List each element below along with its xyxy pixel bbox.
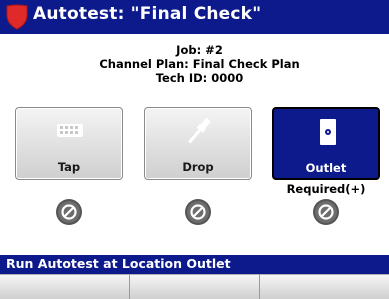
status-message: Run Autotest at Location Outlet xyxy=(6,256,231,271)
drop-connector-icon xyxy=(188,117,211,144)
window-title: Autotest: "Final Check" xyxy=(33,4,262,24)
title-bar: Autotest: "Final Check" xyxy=(0,0,389,34)
tap-not-tested-icon xyxy=(56,199,82,225)
drop-not-tested-icon xyxy=(185,199,211,225)
softkey-3[interactable] xyxy=(260,274,389,299)
drop-button[interactable]: Drop xyxy=(144,107,252,180)
shield-icon xyxy=(6,4,28,30)
tap-button[interactable]: Tap xyxy=(15,107,123,180)
softkey-1[interactable] xyxy=(0,274,130,299)
softkey-2[interactable] xyxy=(130,274,260,299)
tap-label: Tap xyxy=(57,160,81,174)
drop-label: Drop xyxy=(182,160,214,174)
status-bar: Run Autotest at Location Outlet xyxy=(0,255,389,274)
tech-id-label: Tech ID: 0000 xyxy=(155,71,244,85)
channel-plan-label: Channel Plan: Final Check Plan xyxy=(99,57,300,71)
outlet-button[interactable]: Outlet xyxy=(272,107,380,180)
outlet-icon xyxy=(320,119,336,145)
job-label: Job: #2 xyxy=(176,43,223,57)
tap-icon xyxy=(57,124,83,137)
outlet-required-label: Required(+) xyxy=(286,182,366,196)
outlet-label: Outlet xyxy=(305,161,347,175)
test-info: Job: #2 Channel Plan: Final Check Plan T… xyxy=(0,43,389,85)
outlet-not-tested-icon xyxy=(313,199,339,225)
softkey-bar xyxy=(0,274,389,299)
